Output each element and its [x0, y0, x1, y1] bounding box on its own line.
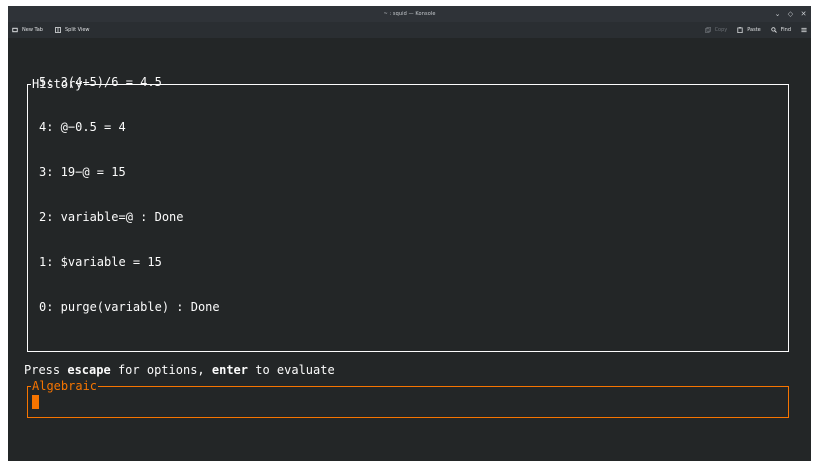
toolbar-left-group: New Tab Split View	[12, 22, 90, 38]
history-line: 0: purge(variable) : Done	[39, 300, 220, 314]
history-line: 2: variable=@ : Done	[39, 210, 184, 224]
history-line: 5: 3(4+5)/6 = 4.5	[39, 75, 162, 89]
hamburger-menu-icon	[801, 27, 807, 33]
maximize-button[interactable]: ◇	[787, 10, 794, 18]
history-line: 4: @−0.5 = 4	[39, 120, 126, 134]
paste-label: Paste	[747, 27, 761, 33]
window-title: ~ : squid — Konsole	[383, 11, 436, 17]
terminal-area[interactable]: History 5: 3(4+5)/6 = 4.5 4: @−0.5 = 4 3…	[8, 38, 811, 461]
text-cursor	[32, 395, 39, 409]
find-label: Find	[780, 27, 791, 33]
copy-label: Copy	[714, 27, 728, 33]
algebraic-label: Algebraic	[31, 379, 99, 393]
history-panel: History 5: 3(4+5)/6 = 4.5 4: @−0.5 = 4 3…	[27, 75, 789, 352]
paste-icon	[737, 27, 743, 33]
close-button[interactable]: ✕	[800, 10, 807, 18]
new-tab-icon	[12, 27, 18, 33]
new-tab-label: New Tab	[22, 27, 43, 33]
toolbar: New Tab Split View Copy Paste Find	[8, 22, 811, 38]
hint-suffix: to evaluate	[248, 363, 335, 377]
window-controls: ⌄ ◇ ✕	[774, 6, 807, 22]
history-line: 1: $variable = 15	[39, 255, 162, 269]
hint-enter-key: enter	[211, 363, 248, 377]
hamburger-menu-button[interactable]	[801, 22, 807, 38]
hint-escape-key: escape	[67, 363, 111, 377]
toolbar-right-group: Copy Paste Find	[704, 22, 807, 38]
split-view-button[interactable]: Split View	[54, 22, 90, 38]
key-hint: Press escape for options, enter to evalu…	[24, 363, 335, 377]
copy-icon	[704, 27, 711, 33]
split-view-icon	[54, 27, 61, 33]
hint-prefix: Press	[24, 363, 68, 377]
copy-button[interactable]: Copy	[704, 22, 728, 38]
history-line: 3: 19−@ = 15	[39, 165, 126, 179]
title-bar[interactable]: ~ : squid — Konsole ⌄ ◇ ✕	[8, 6, 811, 22]
split-view-label: Split View	[64, 27, 90, 33]
hint-middle: for options,	[110, 363, 212, 377]
konsole-window: ~ : squid — Konsole ⌄ ◇ ✕ New Tab Split …	[8, 6, 811, 461]
find-button[interactable]: Find	[771, 22, 791, 38]
minimize-button[interactable]: ⌄	[774, 10, 781, 18]
search-icon	[771, 27, 777, 33]
history-list: 5: 3(4+5)/6 = 4.5 4: @−0.5 = 4 3: 19−@ =…	[39, 45, 220, 345]
algebraic-input-panel[interactable]: Algebraic	[27, 379, 789, 418]
new-tab-button[interactable]: New Tab	[12, 22, 43, 38]
paste-button[interactable]: Paste	[737, 22, 761, 38]
